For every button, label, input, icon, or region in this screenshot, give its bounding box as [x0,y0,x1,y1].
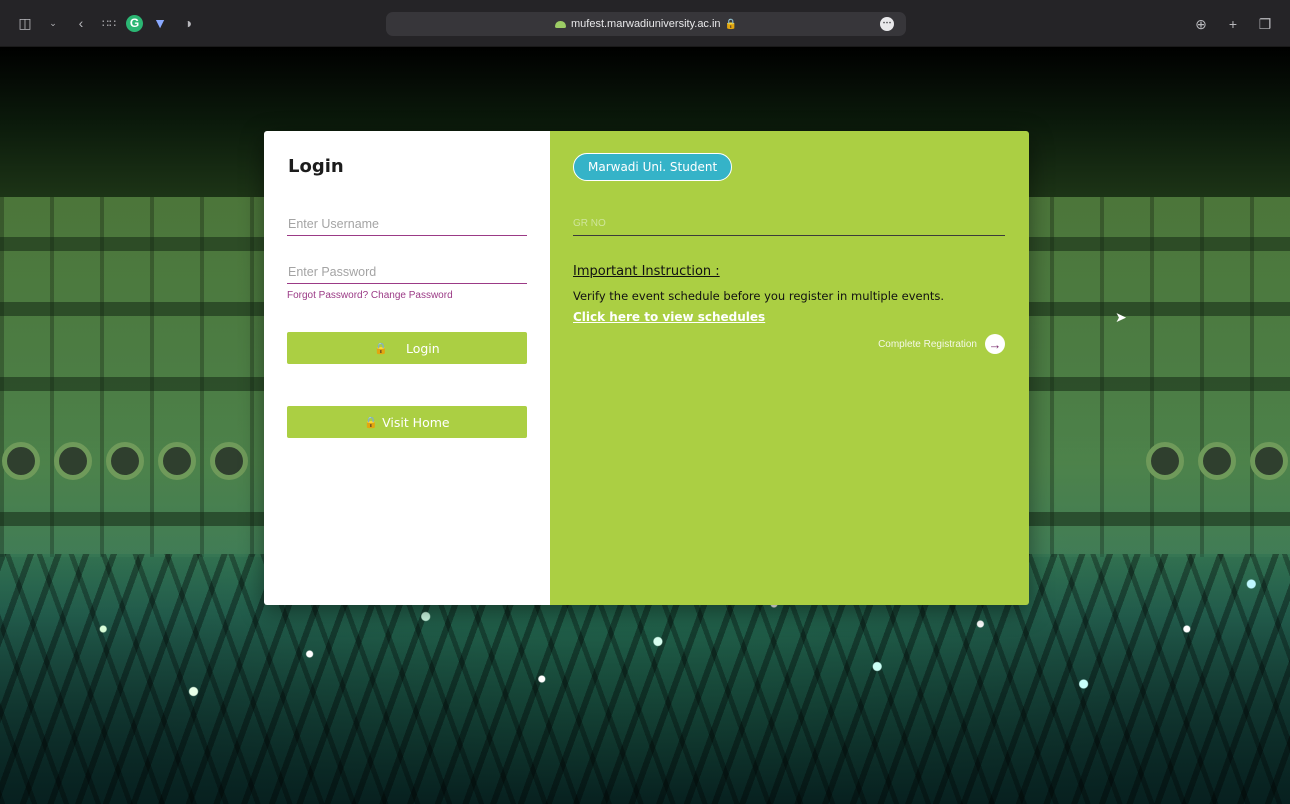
arrow-right-icon[interactable]: → [985,334,1005,354]
shield-icon[interactable]: ▼ [149,12,171,34]
tabs-icon[interactable]: ❐ [1254,13,1276,35]
lock-icon: 🔒 [364,415,379,429]
visit-home-label: Visit Home [382,414,450,430]
complete-registration-button[interactable]: Complete Registration → [878,334,1005,354]
student-type-pill[interactable]: Marwadi Uni. Student [573,153,733,181]
porthole [1198,442,1236,480]
url-text: mufest.marwadiuniversity.ac.in [570,18,721,30]
address-bar[interactable]: mufest.marwadiuniversity.ac.in 🔒 ⋯ [386,12,906,36]
portholes-right [1146,442,1288,480]
porthole [1146,442,1184,480]
chevron-down-icon[interactable]: ⌄ [42,12,64,34]
porthole [106,442,144,480]
browser-toolbar: ◫ ⌄ ‹ ∷∷ G ▼ ◑ mufest.marwadiuniversity.… [0,0,1290,47]
lock-icon: 🔒 [374,341,388,355]
login-title: Login [288,156,344,177]
login-button[interactable]: 🔒 Login [287,332,527,364]
site-favicon-icon [554,20,566,28]
instruction-text: Verify the event schedule before you reg… [573,289,945,303]
grid-icon[interactable]: ∷∷ [98,12,120,34]
portholes-left [2,442,248,480]
instruction-title: Important Instruction : [573,264,720,279]
visit-home-button[interactable]: 🔒 Visit Home [287,406,527,438]
grno-input[interactable] [573,212,1005,236]
porthole [1250,442,1288,480]
username-input[interactable] [287,212,527,236]
more-icon[interactable]: ⋯ [880,17,894,31]
grammarly-icon[interactable]: G [126,14,143,32]
password-input[interactable] [287,260,527,284]
login-button-label: Login [405,340,440,356]
privacy-icon[interactable]: ◑ [177,12,199,34]
new-tab-icon[interactable]: + [1222,13,1244,35]
view-schedules-link[interactable]: Click here to view schedules [573,310,765,324]
porthole [2,442,40,480]
mouse-cursor-icon: ➤ [1115,309,1127,325]
lock-icon: 🔒 [724,18,738,30]
sidebar-icon[interactable]: ◫ [14,12,36,34]
download-icon[interactable]: ⊕ [1190,13,1212,35]
forgot-password-link[interactable]: Forgot Password? Change Password [287,290,453,301]
login-panel: Login Forgot Password? Change Password 🔒… [264,131,550,605]
porthole [54,442,92,480]
complete-registration-label: Complete Registration [878,338,977,350]
registration-panel: Marwadi Uni. Student Important Instructi… [550,131,1029,605]
login-card: Login Forgot Password? Change Password 🔒… [264,131,1029,605]
porthole [210,442,248,480]
porthole [158,442,196,480]
back-icon[interactable]: ‹ [70,12,92,34]
